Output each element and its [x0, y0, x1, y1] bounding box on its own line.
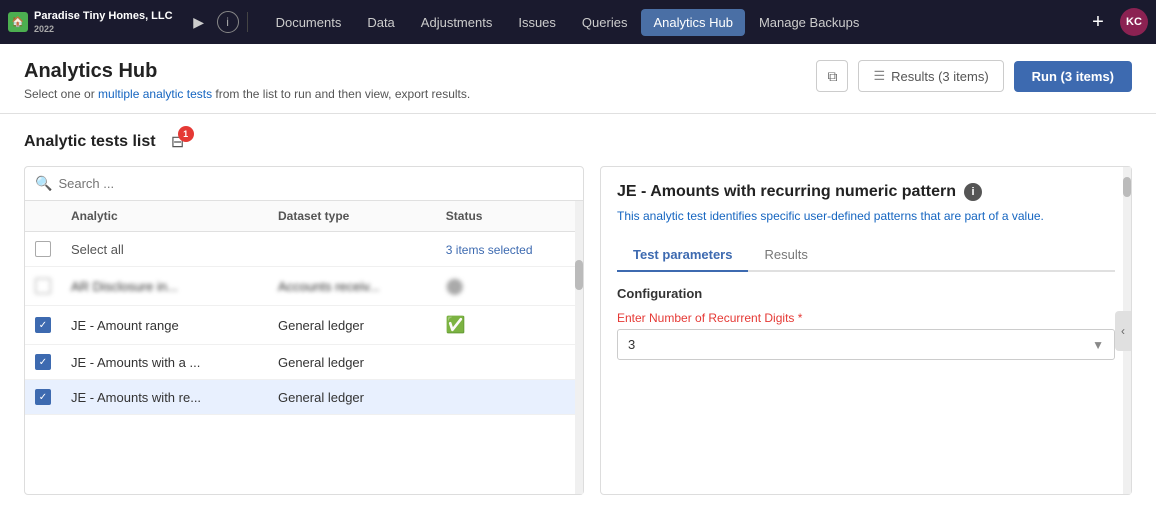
field-label: Enter Number of Recurrent Digits * — [617, 311, 1115, 325]
table-row[interactable]: AR Disclosure in... Accounts receiv... ⬤ — [25, 267, 583, 306]
nav-analytics-hub[interactable]: Analytics Hub — [641, 9, 744, 36]
topnav: 🏠 Paradise Tiny Homes, LLC 2022 ▶ i Docu… — [0, 0, 1156, 44]
info-icon[interactable]: i — [217, 11, 239, 33]
row-analytic: AR Disclosure in... — [61, 267, 268, 306]
row-status: ⬤ — [436, 267, 583, 306]
nav-manage-backups[interactable]: Manage Backups — [747, 9, 871, 36]
analytic-table: Analytic Dataset type Status — [25, 201, 583, 415]
brand-name: Paradise Tiny Homes, LLC — [34, 10, 173, 23]
nav-data[interactable]: Data — [355, 9, 406, 36]
subtitle-link[interactable]: multiple analytic tests — [98, 87, 212, 101]
brand-icon: 🏠 — [8, 12, 28, 32]
copy-button[interactable]: ⧉ — [816, 60, 848, 92]
results-label: Results (3 items) — [891, 69, 989, 84]
status-icon-grey: ⬤ — [446, 278, 464, 295]
row-dataset-1: General ledger — [268, 306, 436, 345]
detail-tabs: Test parameters Results — [617, 239, 1115, 272]
row-checkbox[interactable] — [35, 278, 51, 294]
table-row[interactable]: ✓ JE - Amount range General ledger ✅ — [25, 306, 583, 345]
left-panel: 🔍 Analytic Dataset type Status — [24, 166, 584, 495]
table-body: Select all 3 items selected — [25, 232, 583, 415]
page-header: Analytics Hub Select one or multiple ana… — [0, 44, 1156, 114]
rp-scrollbar-thumb[interactable] — [1123, 177, 1131, 197]
topnav-right: + KC — [1084, 8, 1148, 36]
row-status-1: ✅ — [436, 306, 583, 345]
detail-title: JE - Amounts with recurring numeric patt… — [617, 183, 1115, 201]
search-icon: 🔍 — [35, 175, 52, 192]
row-dataset: Accounts receiv... — [268, 267, 436, 306]
field-value: 3 — [628, 337, 635, 352]
avatar[interactable]: KC — [1120, 8, 1148, 36]
row-analytic-2: JE - Amounts with a ... — [61, 345, 268, 380]
scrollbar-track[interactable] — [575, 201, 583, 494]
row-analytic-3: JE - Amounts with re... — [61, 380, 268, 415]
nav-divider — [247, 12, 248, 32]
col-analytic: Analytic — [61, 201, 268, 232]
nav-links: Documents Data Adjustments Issues Querie… — [264, 9, 1080, 36]
add-button[interactable]: + — [1084, 8, 1112, 36]
right-panel: JE - Amounts with recurring numeric patt… — [600, 166, 1132, 495]
field-input-recurrent[interactable]: 3 ▼ — [617, 329, 1115, 360]
dropdown-arrow-icon: ▼ — [1092, 338, 1104, 352]
row-checkbox-2[interactable]: ✓ — [35, 354, 51, 370]
nav-documents[interactable]: Documents — [264, 9, 354, 36]
detail-subtitle: This analytic test identifies specific u… — [617, 207, 1115, 225]
select-all-row[interactable]: Select all 3 items selected — [25, 232, 583, 267]
row-status-3 — [436, 380, 583, 415]
chevron-left-icon: ‹ — [1121, 324, 1125, 338]
table-row[interactable]: ✓ JE - Amounts with a ... General ledger — [25, 345, 583, 380]
brand-year: 2022 — [34, 24, 173, 34]
collapse-button[interactable]: ‹ — [1115, 311, 1131, 351]
row-checkbox-3[interactable]: ✓ — [35, 389, 51, 405]
items-selected: 3 items selected — [446, 243, 533, 257]
config-label: Configuration — [617, 286, 1115, 301]
section-title: Analytic tests list — [24, 133, 156, 151]
search-input[interactable] — [58, 176, 573, 191]
tab-results[interactable]: Results — [748, 239, 823, 272]
scrollbar-thumb[interactable] — [575, 260, 583, 290]
col-checkbox — [25, 201, 61, 232]
section-header: Analytic tests list ⊟ 1 — [0, 114, 1156, 166]
row-status-2 — [436, 345, 583, 380]
page-subtitle: Select one or multiple analytic tests fr… — [24, 87, 470, 101]
row-analytic-1: JE - Amount range — [61, 306, 268, 345]
tab-test-parameters[interactable]: Test parameters — [617, 239, 748, 272]
filter-button[interactable]: ⊟ 1 — [164, 128, 192, 156]
search-box: 🔍 — [25, 167, 583, 201]
results-icon: ☰ — [873, 68, 885, 84]
detail-info-icon[interactable]: i — [964, 183, 982, 201]
required-marker: * — [798, 311, 803, 325]
nav-adjustments[interactable]: Adjustments — [409, 9, 505, 36]
run-button[interactable]: Run (3 items) — [1014, 61, 1132, 92]
panels: 🔍 Analytic Dataset type Status — [0, 166, 1156, 511]
row-dataset-2: General ledger — [268, 345, 436, 380]
results-button[interactable]: ☰ Results (3 items) — [858, 60, 1003, 92]
select-all-label: Select all — [71, 242, 124, 257]
row-checkbox-1[interactable]: ✓ — [35, 317, 51, 333]
table-scroll-container[interactable]: Analytic Dataset type Status — [25, 201, 583, 494]
select-all-checkbox[interactable] — [35, 241, 51, 257]
col-dataset: Dataset type — [268, 201, 436, 232]
brand: 🏠 Paradise Tiny Homes, LLC 2022 — [8, 10, 173, 33]
main-content: Analytics Hub Select one or multiple ana… — [0, 44, 1156, 511]
status-icon-green: ✅ — [446, 317, 466, 334]
page-title: Analytics Hub — [24, 60, 470, 83]
page-header-actions: ⧉ ☰ Results (3 items) Run (3 items) — [816, 60, 1132, 92]
nav-queries[interactable]: Queries — [570, 9, 640, 36]
col-status: Status — [436, 201, 583, 232]
table-row-selected[interactable]: ✓ JE - Amounts with re... General ledger — [25, 380, 583, 415]
table-header: Analytic Dataset type Status — [25, 201, 583, 232]
filter-badge: 1 — [178, 126, 194, 142]
flag-icon[interactable]: ▶ — [185, 8, 213, 36]
nav-issues[interactable]: Issues — [506, 9, 568, 36]
row-dataset-3: General ledger — [268, 380, 436, 415]
